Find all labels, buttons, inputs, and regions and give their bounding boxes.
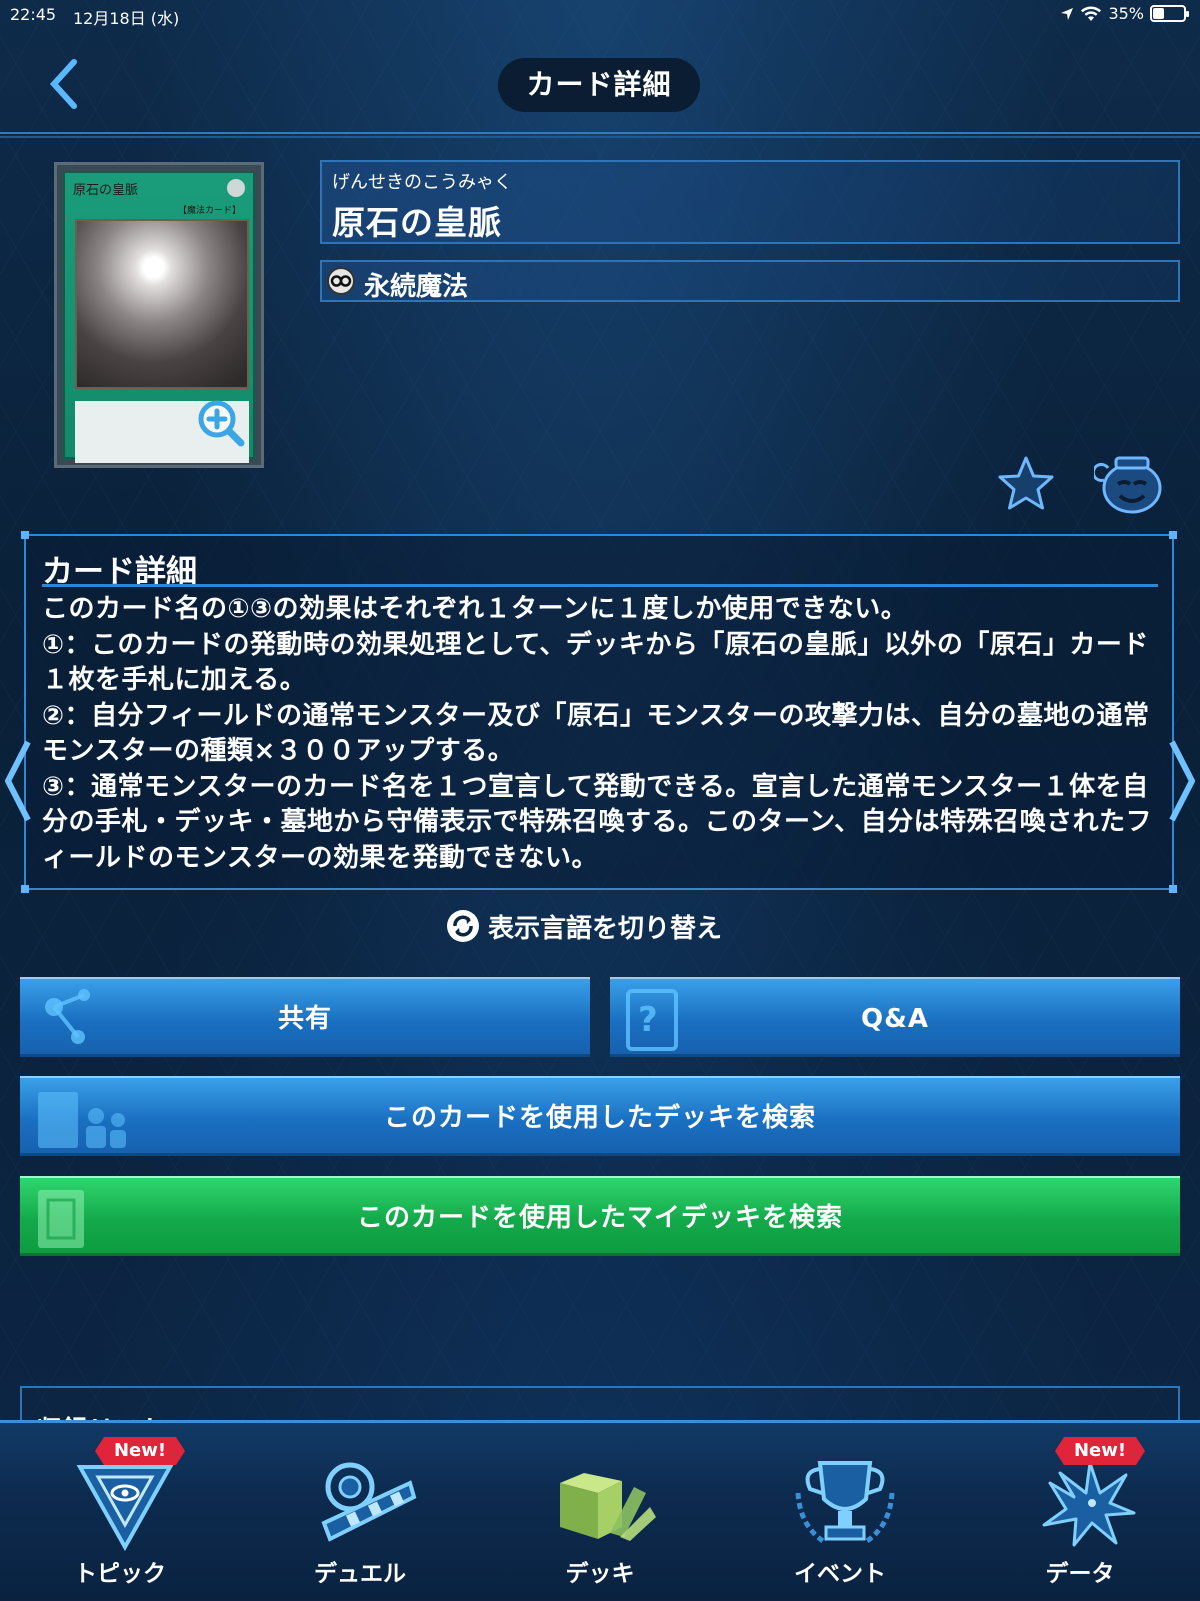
continuous-spell-icon [327,267,355,295]
qa-button[interactable]: ? Q&A [610,977,1180,1057]
status-bar: 22:45 12月18日 (水) 35% [0,0,1200,30]
new-badge: New! [1055,1437,1145,1465]
qa-icon: ? [626,989,678,1051]
status-time: 22:45 [10,5,57,24]
card-type-panel: 永続魔法 [320,260,1180,302]
nav-data[interactable]: New! データ [960,1423,1200,1601]
share-button[interactable]: 共有 [20,977,590,1057]
nav-topics-label: トピック [74,1561,166,1587]
card-detail-rule [42,584,1158,587]
search-decks-label: このカードを使用したデッキを検索 [383,1103,816,1133]
next-card-arrow-icon[interactable] [1166,736,1200,826]
status-date: 12月18日 (水) [73,9,180,28]
duel-disk-icon [321,1462,417,1542]
new-badge: New! [95,1437,185,1465]
page-title: カード詳細 [498,58,700,112]
pot-of-greed-icon[interactable] [1094,450,1164,516]
swap-icon [447,910,479,942]
nav-deck-label: デッキ [565,1561,635,1587]
toggle-language-label: 表示言語を切り替え [488,913,723,944]
panel-corner [1169,885,1177,893]
deck-search-icon [38,1092,126,1148]
nav-duel-label: デュエル [314,1561,406,1587]
status-right: 35% [1060,4,1189,23]
card-detail-panel: カード詳細 このカード名の①③の効果はそれぞれ１ターンに１度しか使用できない。 … [21,531,1177,893]
card-thumb-type: 【魔法カード】 [177,206,241,216]
nav-deck[interactable]: デッキ [480,1423,720,1601]
dragon-icon [1042,1461,1136,1547]
card-image[interactable]: 原石の皇脈 【魔法カード】 [54,162,264,468]
card-name: 原石の皇脈 [332,203,502,242]
wifi-icon [1081,6,1102,21]
chevron-left-icon [49,59,77,109]
battery-percent: 35% [1108,4,1144,23]
previous-card-arrow-icon[interactable] [0,736,34,826]
my-deck-icon [38,1190,84,1248]
deck-icon [560,1473,656,1541]
trophy-icon [795,1461,895,1546]
card-name-panel: げんせきのこうみゃく 原石の皇脈 [320,160,1180,244]
bottom-nav: New! トピック デュエル デッキ イベント New! データ [0,1420,1200,1601]
nav-event[interactable]: イベント [720,1423,960,1601]
card-artwork [75,219,249,389]
panel-corner [1169,531,1177,539]
card-attribute-icon [227,179,245,197]
nav-event-label: イベント [794,1561,886,1587]
card-thumb-name: 原石の皇脈 [73,183,139,198]
qa-label: Q&A [861,1004,929,1034]
nav-data-label: データ [1045,1561,1115,1587]
search-my-decks-button[interactable]: このカードを使用したマイデッキを検索 [20,1176,1180,1256]
header: カード詳細 [0,40,1200,140]
battery-icon [1150,5,1189,22]
toggle-language-button[interactable]: 表示言語を切り替え [446,906,722,946]
nav-topics[interactable]: New! トピック [0,1423,240,1601]
search-decks-button[interactable]: このカードを使用したデッキを検索 [20,1076,1180,1156]
card-name-ruby: げんせきのこうみゃく [332,172,512,193]
share-icon [45,989,90,1044]
back-button[interactable] [40,54,90,114]
card-effect-text: このカード名の①③の効果はそれぞれ１ターンに１度しか使用できない。 ①：このカー… [42,594,1153,873]
millennium-puzzle-icon [76,1465,174,1552]
svg-text:?: ? [638,1000,659,1040]
panel-corner [21,885,29,893]
header-divider [0,132,1200,138]
favorite-star-icon[interactable] [996,454,1056,514]
card-type-label: 永続魔法 [364,272,469,302]
zoom-in-icon[interactable] [195,397,247,449]
location-icon [1061,7,1074,20]
share-label: 共有 [277,1004,332,1034]
panel-corner [21,531,29,539]
search-my-decks-label: このカードを使用したマイデッキを検索 [356,1203,843,1233]
nav-duel[interactable]: デュエル [240,1423,480,1601]
